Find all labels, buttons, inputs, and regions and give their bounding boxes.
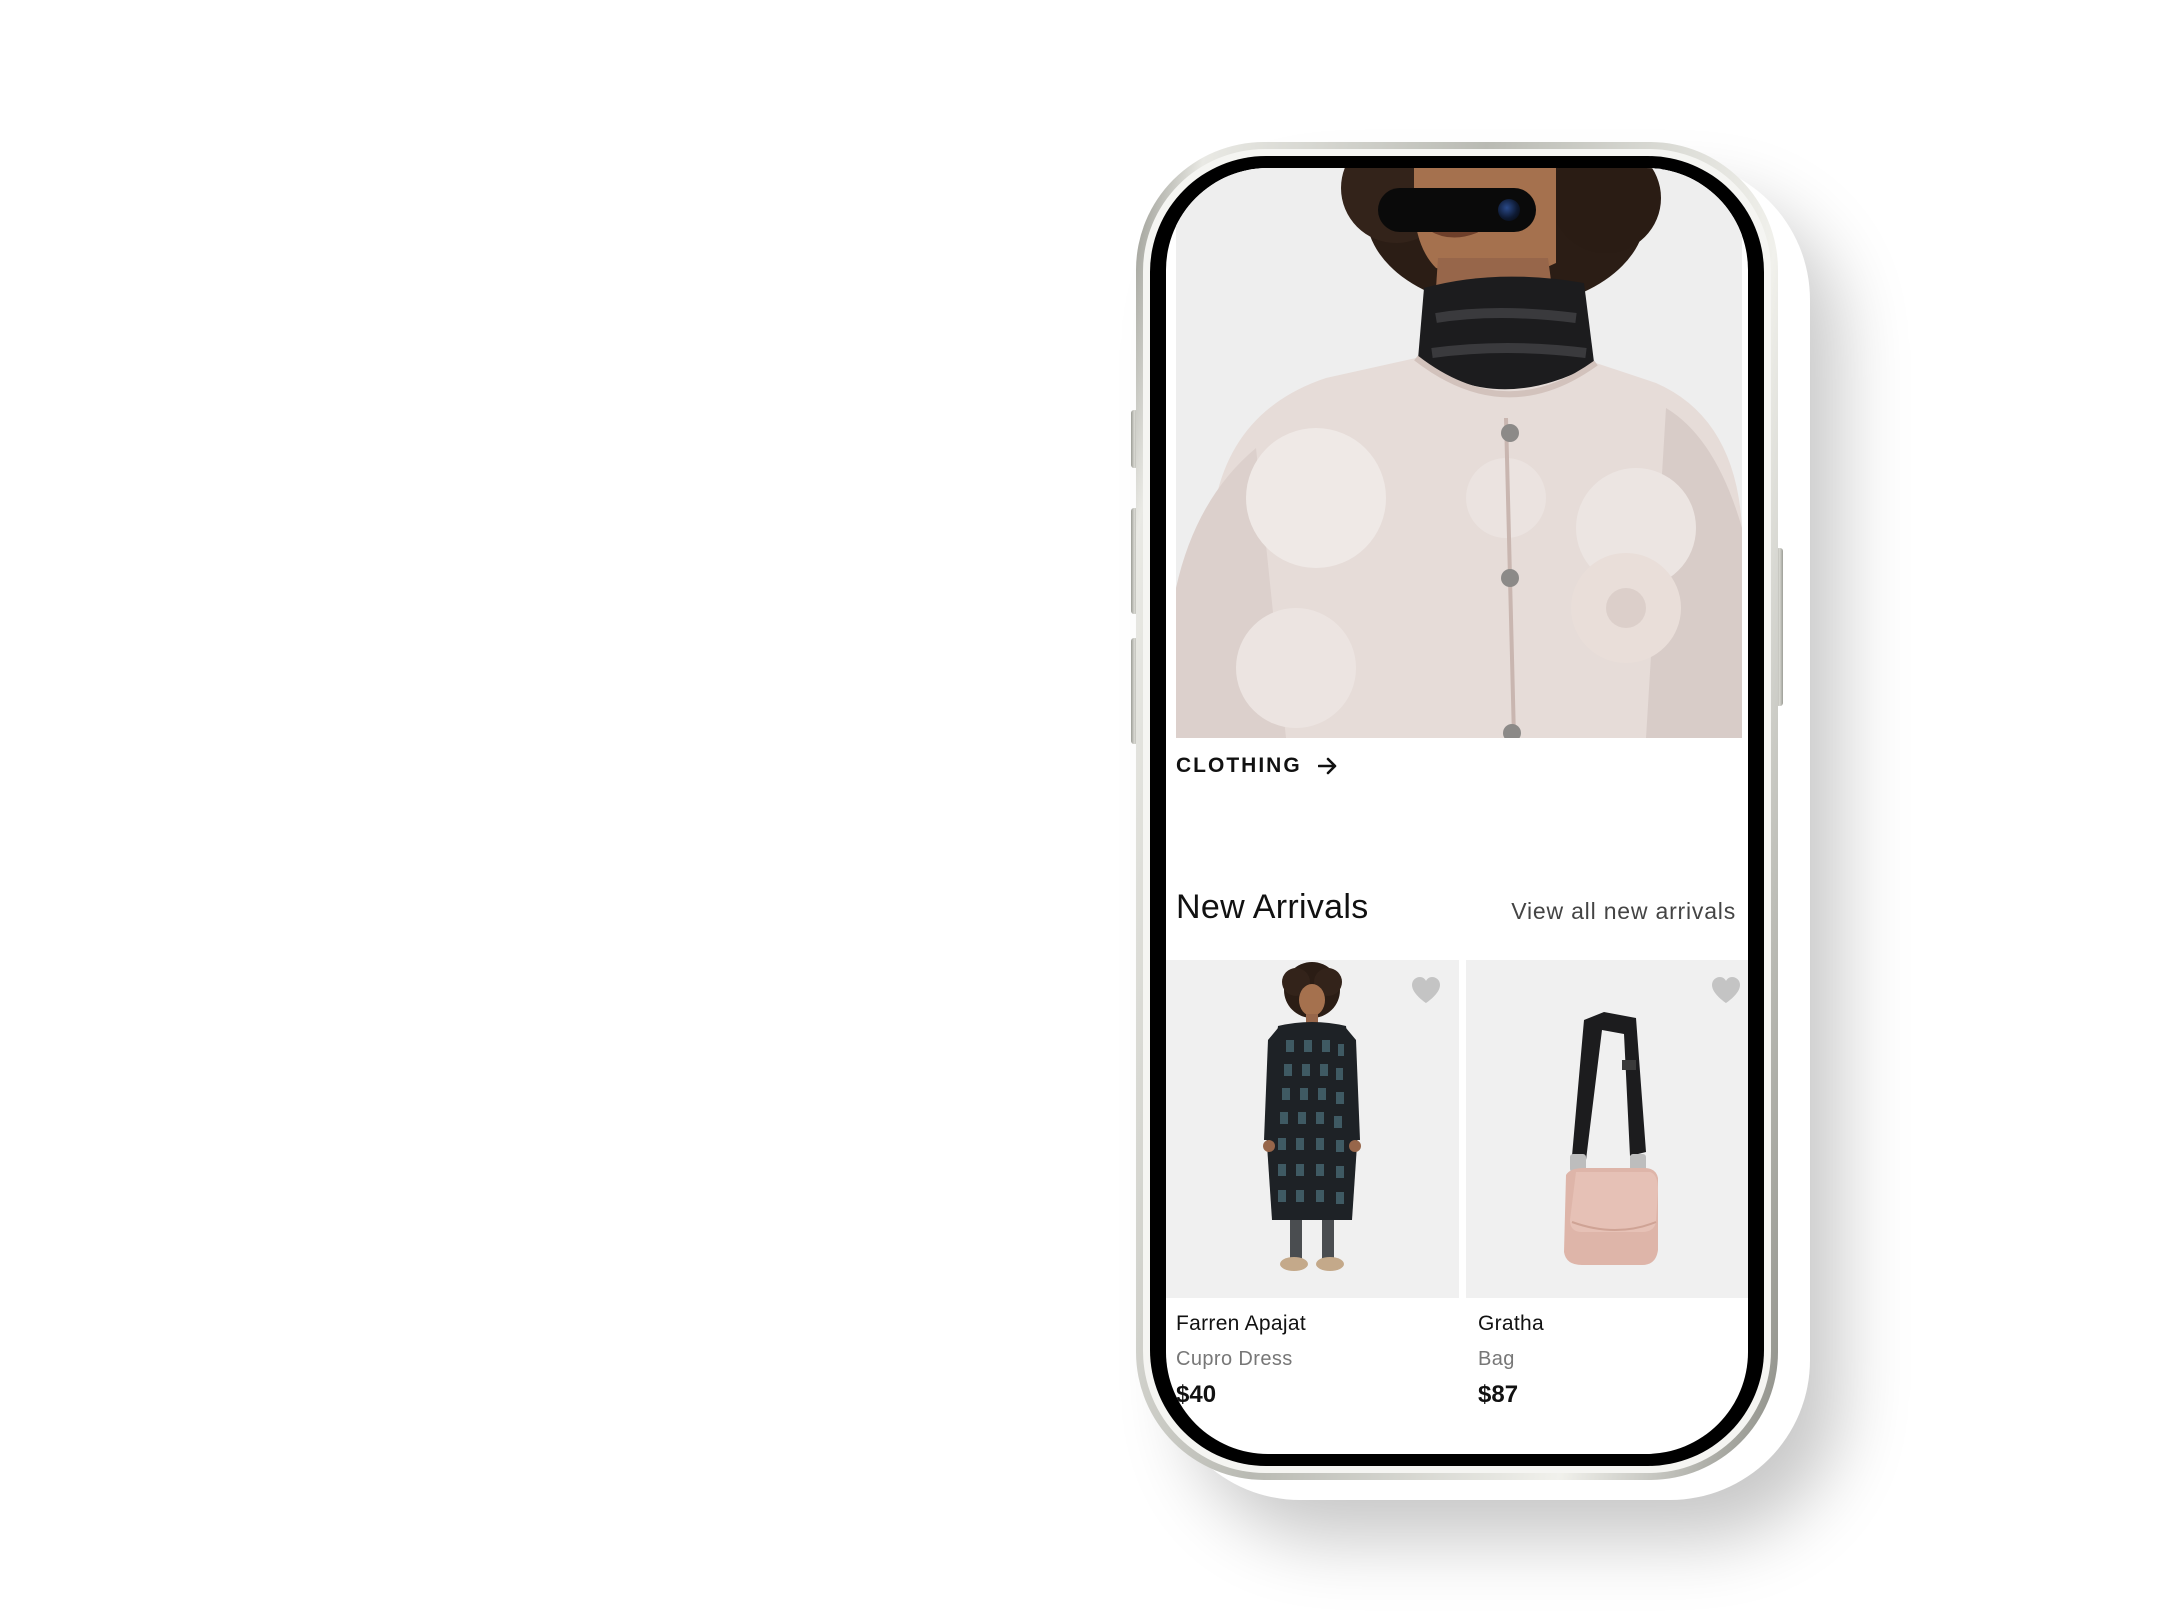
product-image[interactable] (1166, 960, 1459, 1298)
product-price: $40 (1176, 1381, 1217, 1408)
product-price: $87 (1478, 1381, 1519, 1408)
arrow-right-icon (1317, 757, 1338, 775)
product-card[interactable]: Gratha Bag $87 (1466, 960, 1748, 1409)
hero-illustration (1176, 168, 1742, 738)
view-all-new-arrivals-link[interactable]: View all new arrivals (1511, 898, 1736, 925)
product-card[interactable]: Farren Apajat Cupro Dress $40 (1166, 960, 1459, 1409)
dress-illustration (1166, 960, 1459, 1298)
product-type: Bag (1478, 1348, 1515, 1370)
category-label: CLOTHING (1176, 754, 1302, 777)
bag-illustration (1466, 960, 1748, 1298)
phone-screen: CLOTHING New Arrivals View all new arriv… (1166, 168, 1748, 1454)
category-link-clothing[interactable]: CLOTHING (1176, 750, 1338, 782)
hero-banner-image[interactable] (1176, 168, 1742, 738)
heart-icon[interactable] (1411, 976, 1441, 1004)
product-name: Gratha (1478, 1312, 1544, 1335)
heart-icon[interactable] (1711, 976, 1741, 1004)
new-arrivals-title: New Arrivals (1176, 888, 1369, 926)
dynamic-island (1378, 188, 1536, 232)
camera-lens-icon (1498, 199, 1520, 221)
product-image[interactable] (1466, 960, 1748, 1298)
product-type: Cupro Dress (1176, 1348, 1293, 1370)
product-name: Farren Apajat (1176, 1312, 1306, 1335)
